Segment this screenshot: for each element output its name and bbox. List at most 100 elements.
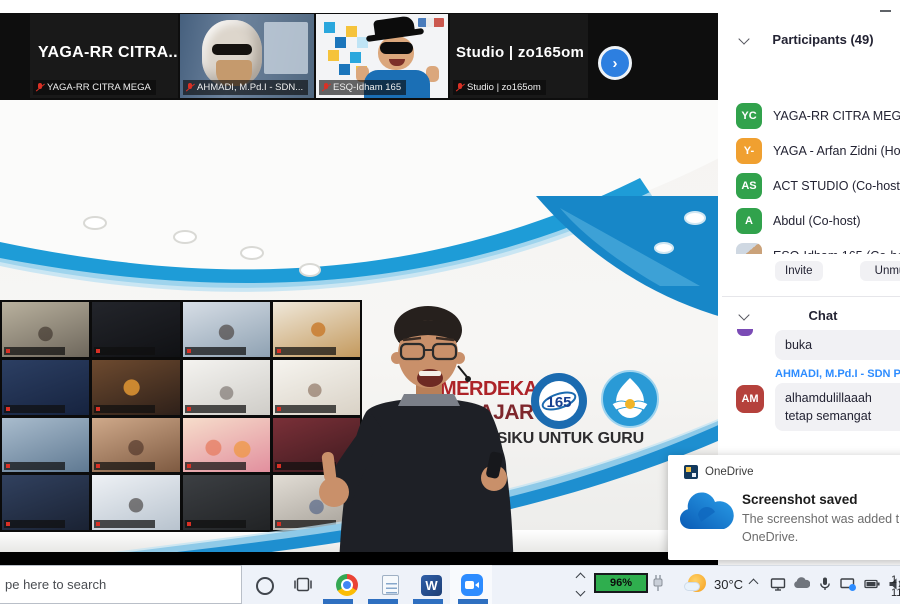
onedrive-notification[interactable]: OneDrive Screenshot saved The screenshot… — [668, 455, 900, 560]
toast-app-name: OneDrive — [705, 466, 754, 478]
checker-backdrop — [324, 22, 335, 33]
participant-avatar: A — [736, 208, 762, 234]
participant-name: Abdul (Co-host) — [773, 214, 861, 228]
system-tray — [770, 576, 900, 592]
participant-row[interactable]: Y- YAGA - Arfan Zidni (Host) — [736, 133, 900, 168]
backdrop-title-merdeka: MERDEKA — [440, 378, 538, 401]
running-app-indicator — [368, 599, 398, 604]
battery-percentage-widget[interactable]: 96% — [594, 573, 648, 593]
plug-icon — [652, 575, 664, 592]
kemendikbud-logo — [600, 368, 660, 430]
onedrive-cloud-icon — [676, 491, 738, 535]
toast-body-line2: OneDrive. — [742, 529, 798, 547]
thumbnail-display-name: YAGA-RR CITRA... — [38, 44, 178, 62]
sunglasses — [212, 44, 252, 55]
toast-title: Screenshot saved — [742, 492, 858, 507]
thumbnail-label: YAGA-RR CITRA MEGA — [33, 80, 156, 95]
participant-name: YAGA - Arfan Zidni (Host) — [773, 144, 900, 158]
video-thumbnail-esq-idham[interactable]: ESQ-Idham 165 — [316, 14, 448, 98]
participants-list: YC YAGA-RR CITRA MEGA (Me Y- YAGA - Arfa… — [736, 98, 900, 254]
invite-button[interactable]: Invite — [775, 261, 823, 281]
task-view-icon[interactable] — [294, 576, 312, 593]
wall-video-tile — [92, 360, 179, 415]
video-thumbnail-yaga[interactable]: YAGA-RR CITRA... YAGA-RR CITRA MEGA — [30, 14, 178, 98]
chat-avatar: AM — [736, 385, 764, 413]
unmute-all-button[interactable]: Unmu — [860, 261, 900, 281]
chat-message: alhamdulillaaah tetap semangat — [775, 383, 900, 431]
toast-header: OneDrive — [684, 465, 754, 479]
participant-row[interactable]: ESQ-Idham 165 (Co-host) — [736, 238, 900, 254]
wall-video-tile — [273, 475, 360, 530]
participant-avatar — [736, 243, 762, 255]
muted-mic-icon — [36, 83, 44, 93]
studio-floor — [0, 530, 725, 552]
taskbar-search-input[interactable] — [3, 576, 227, 593]
yayasan-165-logo: 165 — [528, 370, 590, 432]
temperature-label[interactable]: 30°C — [714, 577, 743, 592]
window-background — [264, 22, 308, 74]
main-speaker-video[interactable]: MERDEKA BELAJAR KU, INSPIRASIKU UNTUK GU… — [0, 100, 725, 565]
participant-video-wall — [0, 300, 362, 532]
participants-header: Participants (49) — [740, 30, 900, 48]
wall-video-tile — [2, 475, 89, 530]
wall-video-tile — [183, 475, 270, 530]
svg-text:165: 165 — [546, 394, 571, 411]
participant-avatar: AS — [736, 173, 762, 199]
onedrive-app-icon — [684, 465, 698, 479]
wall-video-tile — [183, 302, 270, 357]
wall-video-tile — [2, 418, 89, 473]
chevron-right-icon: › — [613, 56, 618, 71]
microphone-tray-icon[interactable] — [817, 576, 833, 592]
wall-video-tile — [273, 302, 360, 357]
running-app-indicator — [323, 599, 353, 604]
screen: YAGA-RR CITRA... YAGA-RR CITRA MEGA AHMA… — [0, 0, 900, 604]
wall-video-tile — [92, 475, 179, 530]
thumbnail-label: AHMADI, M.Pd.I - SDN... — [183, 80, 308, 95]
next-videos-button[interactable]: › — [598, 46, 632, 80]
chat-avatar-partial — [737, 329, 753, 336]
virtual-studio-scene: MERDEKA BELAJAR KU, INSPIRASIKU UNTUK GU… — [0, 100, 725, 552]
backdrop-logos — [418, 18, 444, 27]
participant-row[interactable]: AS ACT STUDIO (Co-host) — [736, 168, 900, 203]
wall-video-tile — [92, 302, 179, 357]
wall-video-tile — [92, 418, 179, 473]
toast-body-line1: The screenshot was added t — [742, 511, 899, 529]
taskbar-clock[interactable]: 1 11 — [891, 574, 900, 600]
participant-row[interactable]: A Abdul (Co-host) — [736, 203, 900, 238]
thumbnail-label: ESQ-Idham 165 — [319, 80, 406, 95]
chrome-icon[interactable] — [336, 574, 358, 596]
weather-sun-icon[interactable] — [688, 574, 706, 592]
taskbar-search[interactable] — [0, 565, 242, 604]
minimize-panel-button[interactable] — [880, 10, 891, 12]
zoom-app-icon[interactable] — [461, 574, 483, 596]
word-icon[interactable]: W — [421, 575, 442, 596]
video-thumbnail-strip: YAGA-RR CITRA... YAGA-RR CITRA MEGA AHMA… — [0, 13, 718, 100]
thumbnail-display-name: Studio | zo165om — [456, 44, 584, 61]
participant-row[interactable]: YC YAGA-RR CITRA MEGA (Me — [736, 98, 900, 133]
battery-tray-icon[interactable] — [864, 576, 881, 592]
participant-name: YAGA-RR CITRA MEGA (Me — [773, 109, 900, 123]
wall-video-tile — [2, 360, 89, 415]
chat-header: Chat — [740, 306, 900, 324]
thumbnail-label: Studio | zo165om — [453, 80, 546, 95]
muted-mic-icon — [322, 83, 330, 93]
video-thumbnail-studio[interactable]: Studio | zo165om Studio | zo165om — [450, 14, 588, 98]
onedrive-tray-icon[interactable] — [793, 576, 810, 592]
wall-video-tile — [183, 360, 270, 415]
cortana-icon[interactable] — [256, 577, 274, 595]
participant-name: ESQ-Idham 165 (Co-host) — [773, 249, 900, 255]
video-thumbnail-ahmadi[interactable]: AHMADI, M.Pd.I - SDN... — [180, 14, 314, 98]
display-tray-icon[interactable] — [770, 576, 786, 592]
eye-mask — [380, 42, 413, 54]
wall-video-tile — [2, 302, 89, 357]
muted-mic-icon — [186, 83, 194, 93]
chat-title: Chat — [748, 308, 898, 323]
participant-avatar: Y- — [736, 138, 762, 164]
muted-mic-icon — [456, 83, 464, 93]
participant-name: ACT STUDIO (Co-host) — [773, 179, 900, 193]
participants-title: Participants (49) — [748, 32, 898, 47]
chat-message-sender: AHMADI, M.Pd.I - SDN PA... — [775, 368, 900, 380]
notepad-icon[interactable] — [382, 575, 399, 595]
screen-share-tray-icon[interactable] — [840, 576, 857, 592]
wall-video-tile — [273, 360, 360, 415]
